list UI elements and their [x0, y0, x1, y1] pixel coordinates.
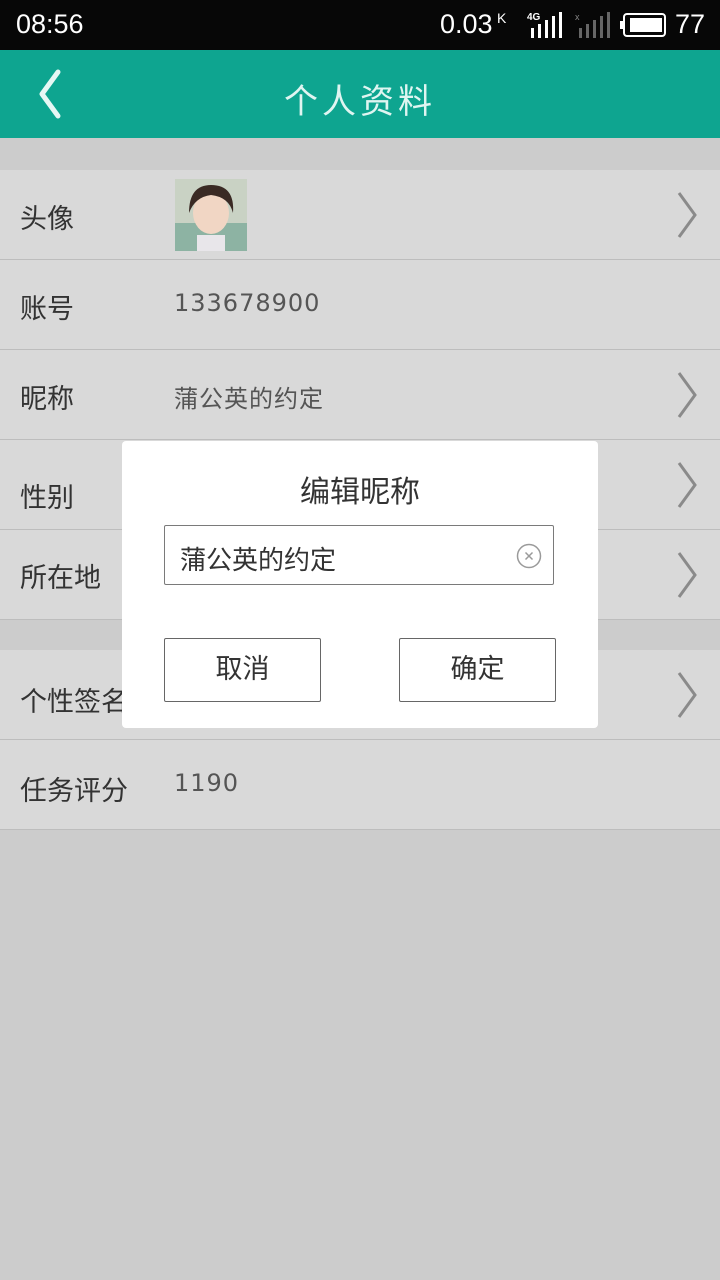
- profile-row-account: 账号 133678900: [0, 260, 720, 350]
- confirm-button[interactable]: 确定: [399, 638, 556, 702]
- profile-row-task-score: 任务评分 1190: [0, 740, 720, 830]
- row-label: 所在地: [20, 563, 101, 594]
- row-label: 头像: [20, 204, 74, 235]
- page-title: 个人资料: [284, 82, 436, 122]
- signal-4g-icon: 4G: [527, 12, 562, 38]
- title-bar: 个人资料: [0, 50, 720, 138]
- row-label: 账号: [20, 294, 74, 325]
- row-label: 昵称: [20, 384, 74, 415]
- battery-level: 77: [675, 9, 706, 39]
- status-bar: 08:56 0.03 K 4G x 77: [0, 0, 720, 50]
- nickname-input-value: 蒲公英的约定: [180, 546, 337, 576]
- chevron-right-icon: [677, 372, 697, 418]
- task-score-value: 1190: [174, 769, 240, 797]
- chevron-right-icon: [677, 672, 697, 718]
- nickname-input[interactable]: 蒲公英的约定: [164, 525, 554, 585]
- signal-no-service-icon: x: [575, 12, 610, 38]
- chevron-right-icon: [677, 552, 697, 598]
- cancel-button[interactable]: 取消: [164, 638, 321, 702]
- status-time: 08:56: [16, 9, 84, 39]
- dialog-title: 编辑昵称: [300, 475, 420, 510]
- row-label: 任务评分: [20, 776, 128, 807]
- row-label: 个性签名: [20, 687, 128, 718]
- status-net-unit: K: [497, 10, 507, 26]
- profile-row-avatar[interactable]: 头像: [0, 170, 720, 260]
- nickname-value: 蒲公英的约定: [174, 385, 324, 413]
- row-label: 性别: [20, 483, 74, 514]
- clear-circle-icon[interactable]: [516, 543, 542, 569]
- battery-icon: [620, 13, 666, 37]
- chevron-right-icon: [677, 192, 697, 238]
- edit-nickname-dialog: 编辑昵称 蒲公英的约定 取消 确定: [122, 441, 598, 728]
- profile-row-nickname[interactable]: 昵称 蒲公英的约定: [0, 350, 720, 440]
- svg-text:4G: 4G: [527, 12, 541, 23]
- svg-text:x: x: [575, 12, 580, 22]
- status-net-speed: 0.03: [440, 9, 493, 39]
- account-value: 133678900: [174, 289, 321, 317]
- avatar: [175, 179, 247, 251]
- chevron-right-icon: [677, 462, 697, 508]
